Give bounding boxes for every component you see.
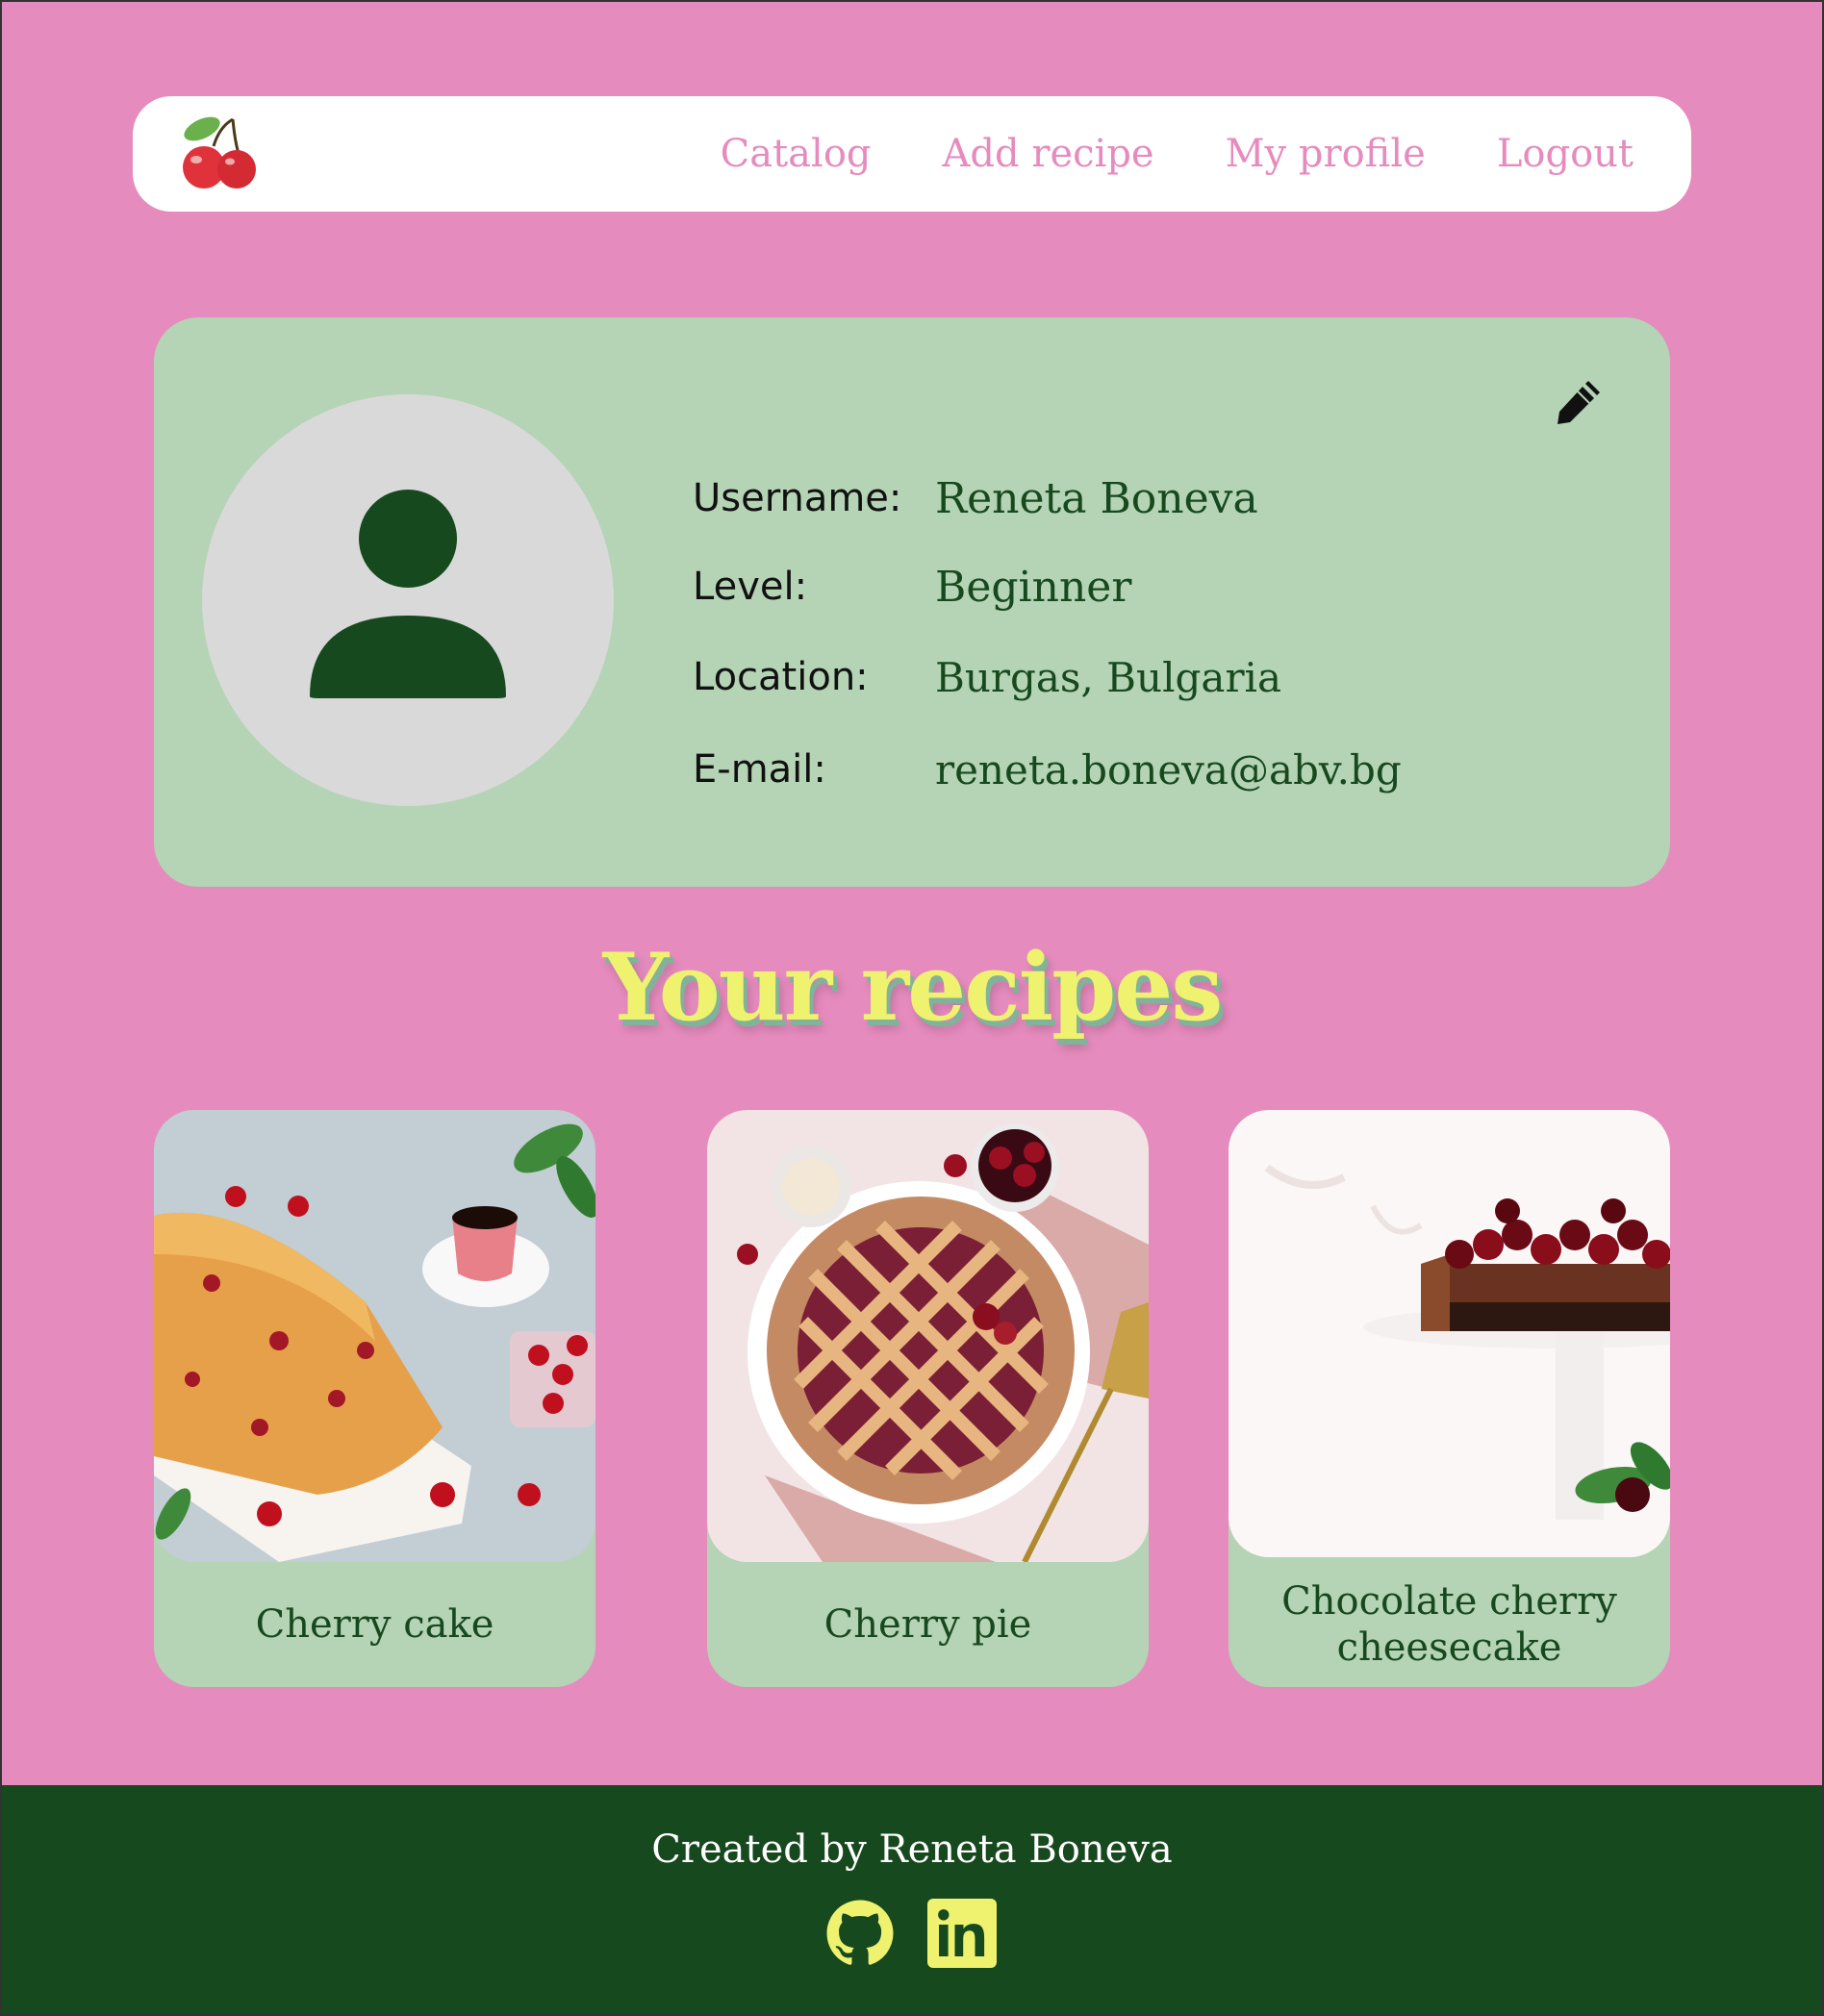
- recipe-image: [707, 1110, 1149, 1562]
- recipes-heading: Your recipes: [602, 933, 1224, 1042]
- profile-card: Username: Reneta Boneva Level: Beginner …: [154, 317, 1670, 887]
- footer-credit: Created by Reneta Boneva: [651, 1827, 1173, 1872]
- nav-link-add-recipe[interactable]: Add recipe: [943, 132, 1154, 176]
- username-value: Reneta Boneva: [935, 473, 1258, 523]
- location-label: Location:: [693, 655, 869, 699]
- recipe-image: [154, 1110, 595, 1562]
- username-row: Username: Reneta Boneva: [693, 469, 1258, 527]
- level-value: Beginner: [935, 562, 1132, 612]
- nav-links: Catalog Add recipe My profile Logout: [649, 96, 1634, 212]
- email-label: E-mail:: [693, 747, 826, 792]
- username-label: Username:: [693, 476, 902, 520]
- recipe-image: [1229, 1110, 1670, 1557]
- location-value: Burgas, Bulgaria: [935, 653, 1281, 701]
- nav-link-catalog[interactable]: Catalog: [721, 132, 872, 176]
- cherry-logo-icon[interactable]: [175, 112, 262, 198]
- location-row: Location: Burgas, Bulgaria: [693, 648, 1281, 706]
- recipe-card[interactable]: Chocolate cherry cheesecake: [1229, 1110, 1670, 1687]
- email-row: E-mail: reneta.boneva@abv.bg: [693, 741, 1402, 798]
- level-label: Level:: [693, 565, 808, 609]
- level-row: Level: Beginner: [693, 558, 1131, 616]
- recipe-card[interactable]: Cherry cake: [154, 1110, 595, 1687]
- navbar: Catalog Add recipe My profile Logout: [133, 96, 1691, 212]
- nav-link-logout[interactable]: Logout: [1497, 132, 1634, 176]
- email-value: reneta.boneva@abv.bg: [935, 745, 1402, 794]
- recipe-name: Cherry pie: [823, 1602, 1032, 1647]
- recipe-name: Chocolate cherry cheesecake: [1281, 1579, 1617, 1670]
- pencil-icon[interactable]: [1554, 381, 1600, 427]
- user-avatar-icon: [202, 394, 614, 806]
- footer: Created by Reneta Boneva: [0, 1785, 1824, 2016]
- github-icon[interactable]: [825, 1899, 895, 1968]
- nav-link-my-profile[interactable]: My profile: [1226, 132, 1426, 176]
- linkedin-icon[interactable]: [927, 1899, 997, 1968]
- recipe-name: Cherry cake: [255, 1602, 494, 1647]
- recipe-card[interactable]: Cherry pie: [707, 1110, 1149, 1687]
